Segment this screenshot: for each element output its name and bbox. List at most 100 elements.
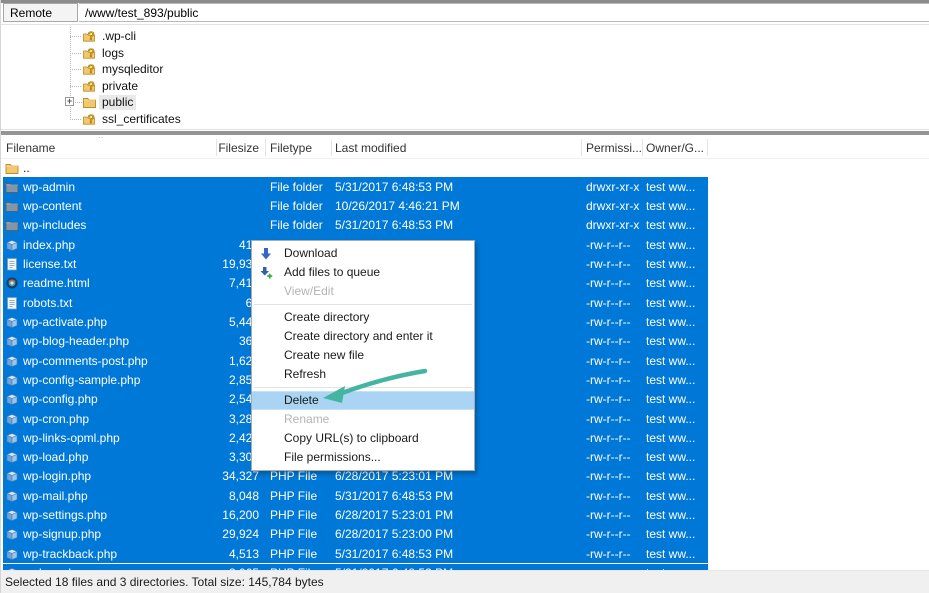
menu-item-create-directory[interactable]: Create directory (252, 308, 474, 327)
cell-name: index.php (23, 238, 75, 253)
cell-perms: -rw-r--r-- (586, 527, 631, 542)
cell-perms: -rw-r--r-- (586, 315, 631, 330)
tree-item-label[interactable]: ssl_certificates (99, 112, 184, 127)
cell-owner: test ww... (646, 489, 706, 504)
php-file-icon (5, 238, 19, 252)
tree-expander-icon[interactable]: + (65, 97, 74, 106)
cell-perms: -rw-r--r-- (586, 431, 631, 446)
column-divider[interactable] (331, 139, 332, 156)
menu-item-create-new-file[interactable]: Create new file (252, 346, 474, 365)
cell-modified: 6/28/2017 5:23:00 PM (335, 527, 453, 542)
cell-perms: drwxr-xr-x (586, 180, 639, 195)
column-header-owner-group[interactable]: Owner/G... (646, 140, 704, 156)
cell-size (159, 180, 259, 195)
cell-size: 2,853 (159, 373, 259, 388)
menu-item-file-permissions[interactable]: File permissions... (252, 448, 474, 467)
svg-text:?: ? (88, 62, 95, 76)
cell-owner: test ww... (646, 392, 706, 407)
unknown-folder-question-icon: ? (82, 112, 97, 126)
php-file-icon (5, 431, 19, 445)
tree-item-private[interactable]: ?private (1, 78, 401, 95)
cell-perms: -rw-r--r-- (586, 469, 631, 484)
column-divider[interactable] (707, 139, 708, 156)
tree-item-mysqleditor[interactable]: ? mysqleditor (1, 61, 401, 78)
cell-name: wp-includes (23, 218, 86, 233)
column-divider[interactable] (265, 139, 266, 156)
column-header-last-modified[interactable]: Last modified (335, 140, 406, 156)
column-header-filename[interactable]: Filename (6, 140, 55, 156)
cell-perms: -rw-r--r-- (586, 257, 631, 272)
tree-item-label[interactable]: mysqleditor (99, 62, 166, 77)
tree-item-.wp-cli[interactable]: ? .wp-cli (1, 28, 401, 45)
tree-item-ssl_certificates[interactable]: ?ssl_certificates (1, 111, 401, 128)
column-header-permissions[interactable]: Permissi... (586, 140, 642, 156)
column-divider[interactable] (216, 139, 217, 156)
menu-item-create-directory-and-enter-it[interactable]: Create directory and enter it (252, 327, 474, 346)
cell-size: 5,447 (159, 315, 259, 330)
cell-size: 2,546 (159, 392, 259, 407)
status-bar: Selected 18 files and 3 directories. Tot… (1, 570, 929, 593)
folder-icon (5, 180, 19, 194)
table-row-wp-mail.php[interactable]: wp-mail.php8,048PHP File5/31/2017 6:48:5… (1, 486, 929, 505)
menu-item-rename: Rename (252, 410, 474, 429)
cell-owner (646, 161, 706, 176)
unknown-folder-question-icon: ? (82, 79, 97, 93)
cell-owner: test ww... (646, 527, 706, 542)
column-header-filesize[interactable]: Filesize (159, 140, 259, 156)
menu-item-view-edit: View/Edit (252, 282, 474, 301)
cell-name: wp-comments-post.php (23, 354, 148, 369)
menu-item-copy-url-s-to-clipboard[interactable]: Copy URL(s) to clipboard (252, 429, 474, 448)
remote-path-field[interactable]: /www/test_893/public (79, 3, 929, 22)
tree-connector-stub (70, 36, 81, 37)
cell-perms: -rw-r--r-- (586, 450, 631, 465)
menu-item-delete[interactable]: Delete (252, 391, 474, 410)
menu-item-download[interactable]: Download (252, 244, 474, 263)
remote-tree: ?.wp-cli?logs?mysqleditor?private+public… (1, 25, 929, 129)
cell-perms: -rw-r--r-- (586, 373, 631, 388)
cell-perms: -rw-r--r-- (586, 392, 631, 407)
table-row-..[interactable]: .. (1, 158, 929, 177)
cell-size: 29,924 (159, 527, 259, 542)
table-row-wp-content[interactable]: wp-contentFile folder10/26/2017 4:46:21 … (1, 197, 929, 216)
php-file-icon (5, 412, 19, 426)
cell-perms: drwxr-xr-x (586, 199, 639, 214)
pane-splitter[interactable] (1, 131, 929, 135)
php-file-icon (5, 334, 19, 348)
table-row-wp-admin[interactable]: wp-adminFile folder5/31/2017 6:48:53 PMd… (1, 177, 929, 196)
tree-item-label[interactable]: .wp-cli (99, 29, 139, 44)
menu-item-add-files-to-queue[interactable]: Add files to queue (252, 263, 474, 282)
php-file-icon (5, 315, 19, 329)
svg-text:?: ? (88, 29, 95, 43)
table-row-wp-trackback.php[interactable]: wp-trackback.php4,513PHP File5/31/2017 6… (1, 544, 929, 563)
menu-item-refresh[interactable]: Refresh (252, 365, 474, 384)
cell-size: 4,513 (159, 547, 259, 562)
cell-name: wp-config-sample.php (23, 373, 140, 388)
table-row-wp-signup.php[interactable]: wp-signup.php29,924PHP File6/28/2017 5:2… (1, 525, 929, 544)
tree-item-label[interactable]: private (99, 79, 141, 94)
tree-item-public[interactable]: + public (1, 94, 401, 111)
cell-perms: -rw-r--r-- (586, 547, 631, 562)
column-header-filetype[interactable]: Filetype (270, 140, 312, 156)
tree-item-logs[interactable]: ?logs (1, 45, 401, 62)
filezilla-remote-pane: Remote site: /www/test_893/public ?.wp-c… (0, 0, 929, 593)
column-divider[interactable] (642, 139, 643, 156)
cell-type: PHP File (270, 527, 317, 542)
tree-item-label[interactable]: logs (99, 46, 127, 61)
table-row-wp-settings.php[interactable]: wp-settings.php16,200PHP File6/28/2017 5… (1, 506, 929, 525)
cell-name: wp-login.php (23, 469, 91, 484)
label-text: Download (284, 246, 337, 260)
cell-owner: test ww... (646, 450, 706, 465)
tree-connector-stub (70, 86, 81, 87)
selection-summary: Selected 18 files and 3 directories. Tot… (5, 574, 324, 590)
add-queue-icon (259, 266, 273, 280)
cell-type: File folder (270, 180, 323, 195)
cell-perms: -rw-r--r-- (586, 296, 631, 311)
cell-owner: test ww... (646, 334, 706, 349)
column-divider[interactable] (581, 139, 582, 156)
cell-name: wp-admin (23, 180, 75, 195)
table-row-wp-includes[interactable]: wp-includesFile folder5/31/2017 6:48:53 … (1, 216, 929, 235)
php-file-icon (5, 354, 19, 368)
cell-type: PHP File (270, 489, 317, 504)
text-file-icon (5, 257, 19, 271)
tree-item-label[interactable]: public (99, 95, 136, 110)
